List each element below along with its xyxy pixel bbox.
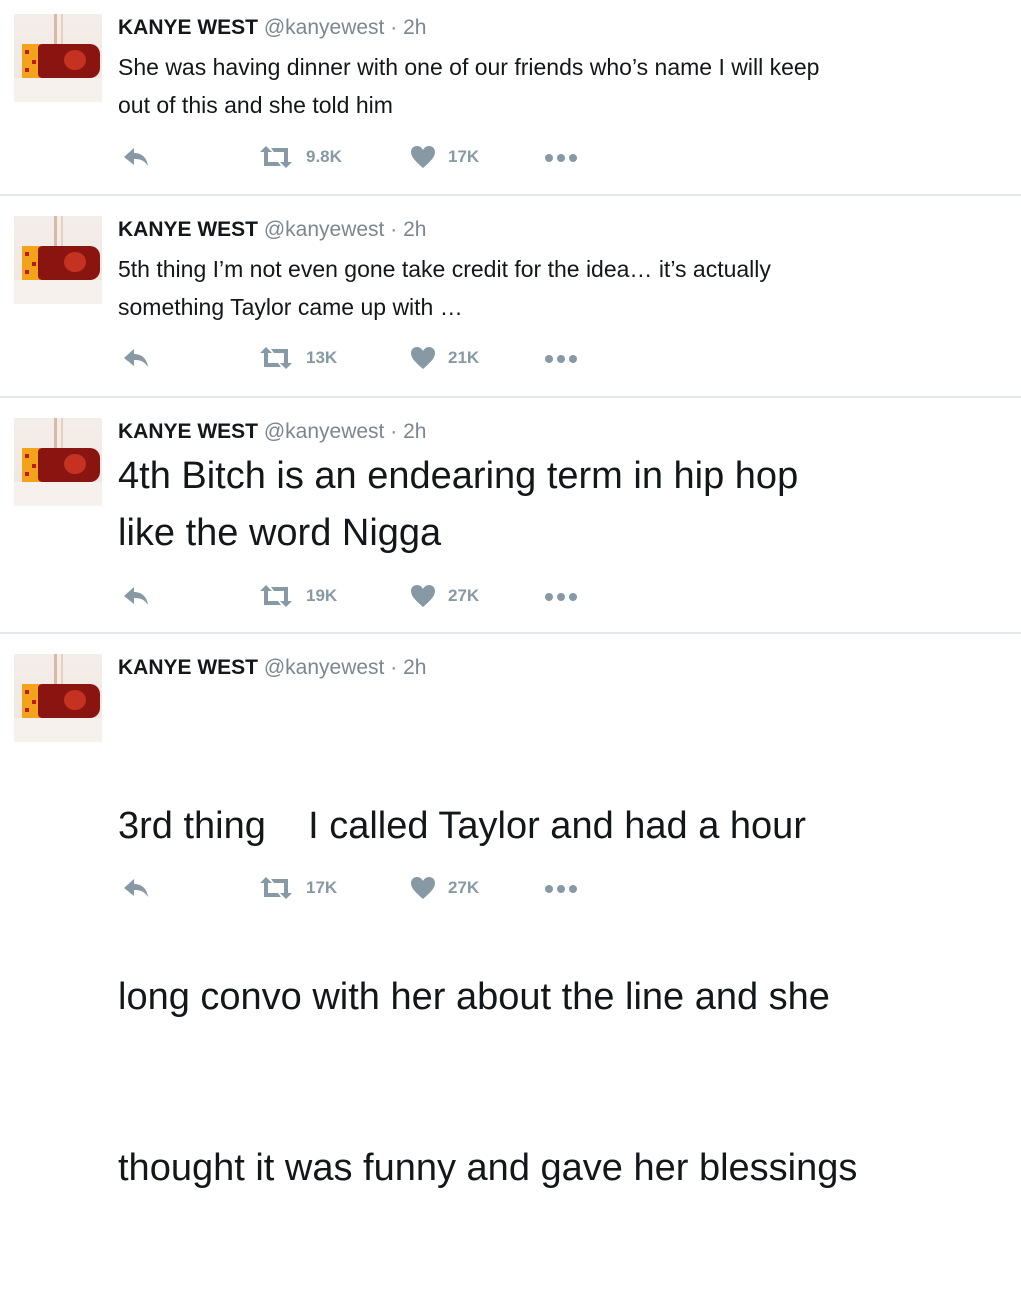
author-name[interactable]: KANYE WEST [118,16,258,39]
heart-icon [411,877,435,899]
like-count: 17K [448,147,480,166]
tweet-text-line: She was having dinner with one of our fr… [118,54,820,80]
separator: · [390,16,398,39]
reply-icon [124,587,148,605]
more-icon [545,154,577,162]
reply-icon [124,879,148,897]
tweet-text-line: something Taylor came up with … [118,294,463,320]
avatar[interactable] [14,216,102,304]
tweet-text: 5th thing I’m not even gone take credit … [118,250,1001,326]
reply-icon [124,148,148,166]
tweet-text: 4th Bitch is an endearing term in hip ho… [118,448,1001,562]
tweet[interactable]: KANYE WEST @kanyewest · 2h She was havin… [0,0,1021,194]
retweet-button[interactable]: 19K [258,584,337,608]
reply-button[interactable] [122,584,150,608]
tweet-text-line: long convo with her about the line and s… [118,976,830,1018]
tweet-text-line: 3rd thing I called Taylor and had a hour [118,805,806,847]
like-button[interactable]: 21K [410,346,479,370]
separator: · [390,420,398,443]
reply-button[interactable] [122,346,150,370]
more-button[interactable] [544,884,578,894]
more-button[interactable] [544,153,578,163]
author-name[interactable]: KANYE WEST [118,420,258,443]
more-button[interactable] [544,354,578,364]
avatar[interactable] [14,418,102,506]
like-count: 27K [448,878,480,897]
retweet-count: 13K [306,348,338,367]
tweet-header: KANYE WEST @kanyewest · 2h [118,218,426,242]
author-handle[interactable]: @kanyewest [264,420,385,443]
more-icon [545,593,577,601]
more-icon [545,885,577,893]
like-button[interactable]: 17K [410,145,479,169]
tweet-text-line: like the word Nigga [118,512,442,554]
tweet[interactable]: KANYE WEST @kanyewest · 2h 4th Bitch is … [0,398,1021,632]
reply-button[interactable] [122,876,150,900]
tweet-feed: KANYE WEST @kanyewest · 2h She was havin… [0,0,1021,1189]
tweet-text-line: 5th thing I’m not even gone take credit … [118,256,771,282]
retweet-icon [260,347,292,369]
tweet-header: KANYE WEST @kanyewest · 2h [118,656,426,680]
timestamp[interactable]: 2h [403,420,426,443]
more-button[interactable] [544,592,578,602]
reply-button[interactable] [122,145,150,169]
tweet-actions: 19K 27K [0,584,1021,614]
retweet-button[interactable]: 13K [258,346,337,370]
retweet-icon [260,585,292,607]
tweet-actions: 17K 27K [0,876,1021,906]
avatar[interactable] [14,14,102,102]
more-icon [545,355,577,363]
tweet-text: 3rd thing I called Taylor and had a hour… [118,684,1001,1311]
separator: · [390,218,398,241]
author-handle[interactable]: @kanyewest [264,218,385,241]
retweet-count: 9.8K [306,147,342,166]
avatar[interactable] [14,654,102,742]
heart-icon [411,146,435,168]
heart-icon [411,347,435,369]
author-handle[interactable]: @kanyewest [264,656,385,679]
tweet-text: She was having dinner with one of our fr… [118,48,1001,124]
tweet-text-line: 4th Bitch is an endearing term in hip ho… [118,455,799,497]
timestamp[interactable]: 2h [403,218,426,241]
tweet-header: KANYE WEST @kanyewest · 2h [118,16,426,40]
tweet-header: KANYE WEST @kanyewest · 2h [118,420,426,444]
author-name[interactable]: KANYE WEST [118,656,258,679]
like-button[interactable]: 27K [410,876,479,900]
retweet-count: 19K [306,586,338,605]
retweet-button[interactable]: 17K [258,876,337,900]
tweet-text-line: out of this and she told him [118,92,393,118]
timestamp[interactable]: 2h [403,16,426,39]
tweet[interactable]: KANYE WEST @kanyewest · 2h 5th thing I’m… [0,196,1021,396]
retweet-button[interactable]: 9.8K [258,145,342,169]
tweet-text-line: thought it was funny and gave her blessi… [118,1147,858,1189]
heart-icon [411,585,435,607]
tweet-actions: 13K 21K [0,346,1021,376]
tweet[interactable]: KANYE WEST @kanyewest · 2h 3rd thing I c… [0,634,1021,1189]
author-name[interactable]: KANYE WEST [118,218,258,241]
retweet-count: 17K [306,878,338,897]
like-button[interactable]: 27K [410,584,479,608]
like-count: 21K [448,348,480,367]
retweet-icon [260,877,292,899]
separator: · [390,656,398,679]
tweet-actions: 9.8K 17K [0,145,1021,175]
retweet-icon [260,146,292,168]
timestamp[interactable]: 2h [403,656,426,679]
like-count: 27K [448,586,480,605]
author-handle[interactable]: @kanyewest [264,16,385,39]
reply-icon [124,349,148,367]
